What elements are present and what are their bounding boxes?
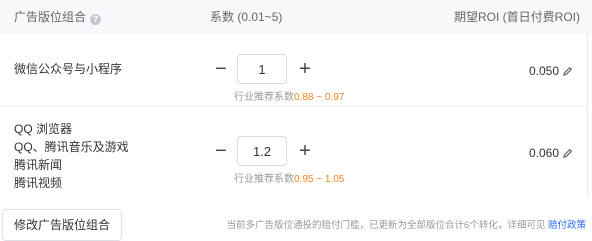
decrease-button[interactable]: −: [212, 54, 230, 84]
decrease-button[interactable]: −: [212, 136, 230, 166]
table-header: 广告版位组合? 系数 (0.01~5) 期望ROI (首日付费ROI): [0, 0, 592, 34]
placement-name: 微信公众号与小程序: [14, 62, 123, 76]
increase-button[interactable]: +: [296, 136, 314, 166]
pencil-edit-icon[interactable]: [562, 148, 573, 162]
hint-label: 行业推荐系数: [234, 174, 294, 185]
header-placement-group-label: 广告版位组合: [14, 10, 87, 24]
roi-value: 0.050: [528, 64, 559, 78]
hint-label: 行业推荐系数: [234, 92, 294, 103]
table-row: 微信公众号与小程序 − + 行业推荐系数0.88 ~ 0.97 0.050: [0, 34, 587, 107]
table-body: 微信公众号与小程序 − + 行业推荐系数0.88 ~ 0.97 0.050 QQ…: [0, 34, 588, 198]
increase-button[interactable]: +: [296, 54, 314, 84]
placement-name: QQ、腾讯音乐及游戏: [14, 140, 129, 154]
header-expected-roi: 期望ROI (首日付费ROI): [454, 10, 580, 24]
hint-range: 0.95 ~ 1.05: [294, 174, 345, 185]
payout-policy-link[interactable]: 赔付政策: [548, 220, 586, 231]
header-placement-group: 广告版位组合?: [14, 8, 102, 25]
expected-roi-value: 0.060: [529, 146, 573, 162]
payout-notice: 当前多广告版位通投的赔付门槛，已更新为全部版位合计6个转化，详细可见 赔付政策: [227, 217, 586, 231]
expected-roi-value: 0.050: [529, 64, 573, 80]
roi-value: 0.060: [528, 146, 559, 160]
hint-range: 0.88 ~ 0.97: [294, 92, 345, 103]
notice-text: 当前多广告版位通投的赔付门槛，已更新为全部版位合计6个转化，详细可见: [226, 220, 546, 231]
recommended-coefficient-hint: 行业推荐系数0.95 ~ 1.05: [234, 170, 344, 185]
placement-names: QQ 浏览器 QQ、腾讯音乐及游戏 腾讯新闻 腾讯视频: [14, 120, 129, 192]
table-row: QQ 浏览器 QQ、腾讯音乐及游戏 腾讯新闻 腾讯视频 − + 行业推荐系数0.…: [0, 107, 587, 198]
pencil-edit-icon[interactable]: [562, 66, 573, 80]
modify-placement-group-button[interactable]: 修改广告版位组合: [2, 209, 122, 241]
coefficient-input[interactable]: [237, 54, 287, 84]
placement-name: 腾讯视频: [14, 176, 63, 190]
help-icon[interactable]: ?: [90, 14, 102, 25]
header-coefficient: 系数 (0.01~5): [210, 10, 283, 24]
recommended-coefficient-hint: 行业推荐系数0.88 ~ 0.97: [234, 88, 344, 103]
placement-names: 微信公众号与小程序: [14, 60, 122, 78]
placement-name: 腾讯新闻: [14, 158, 63, 172]
coefficient-input[interactable]: [237, 136, 287, 166]
placement-name: QQ 浏览器: [14, 122, 73, 136]
